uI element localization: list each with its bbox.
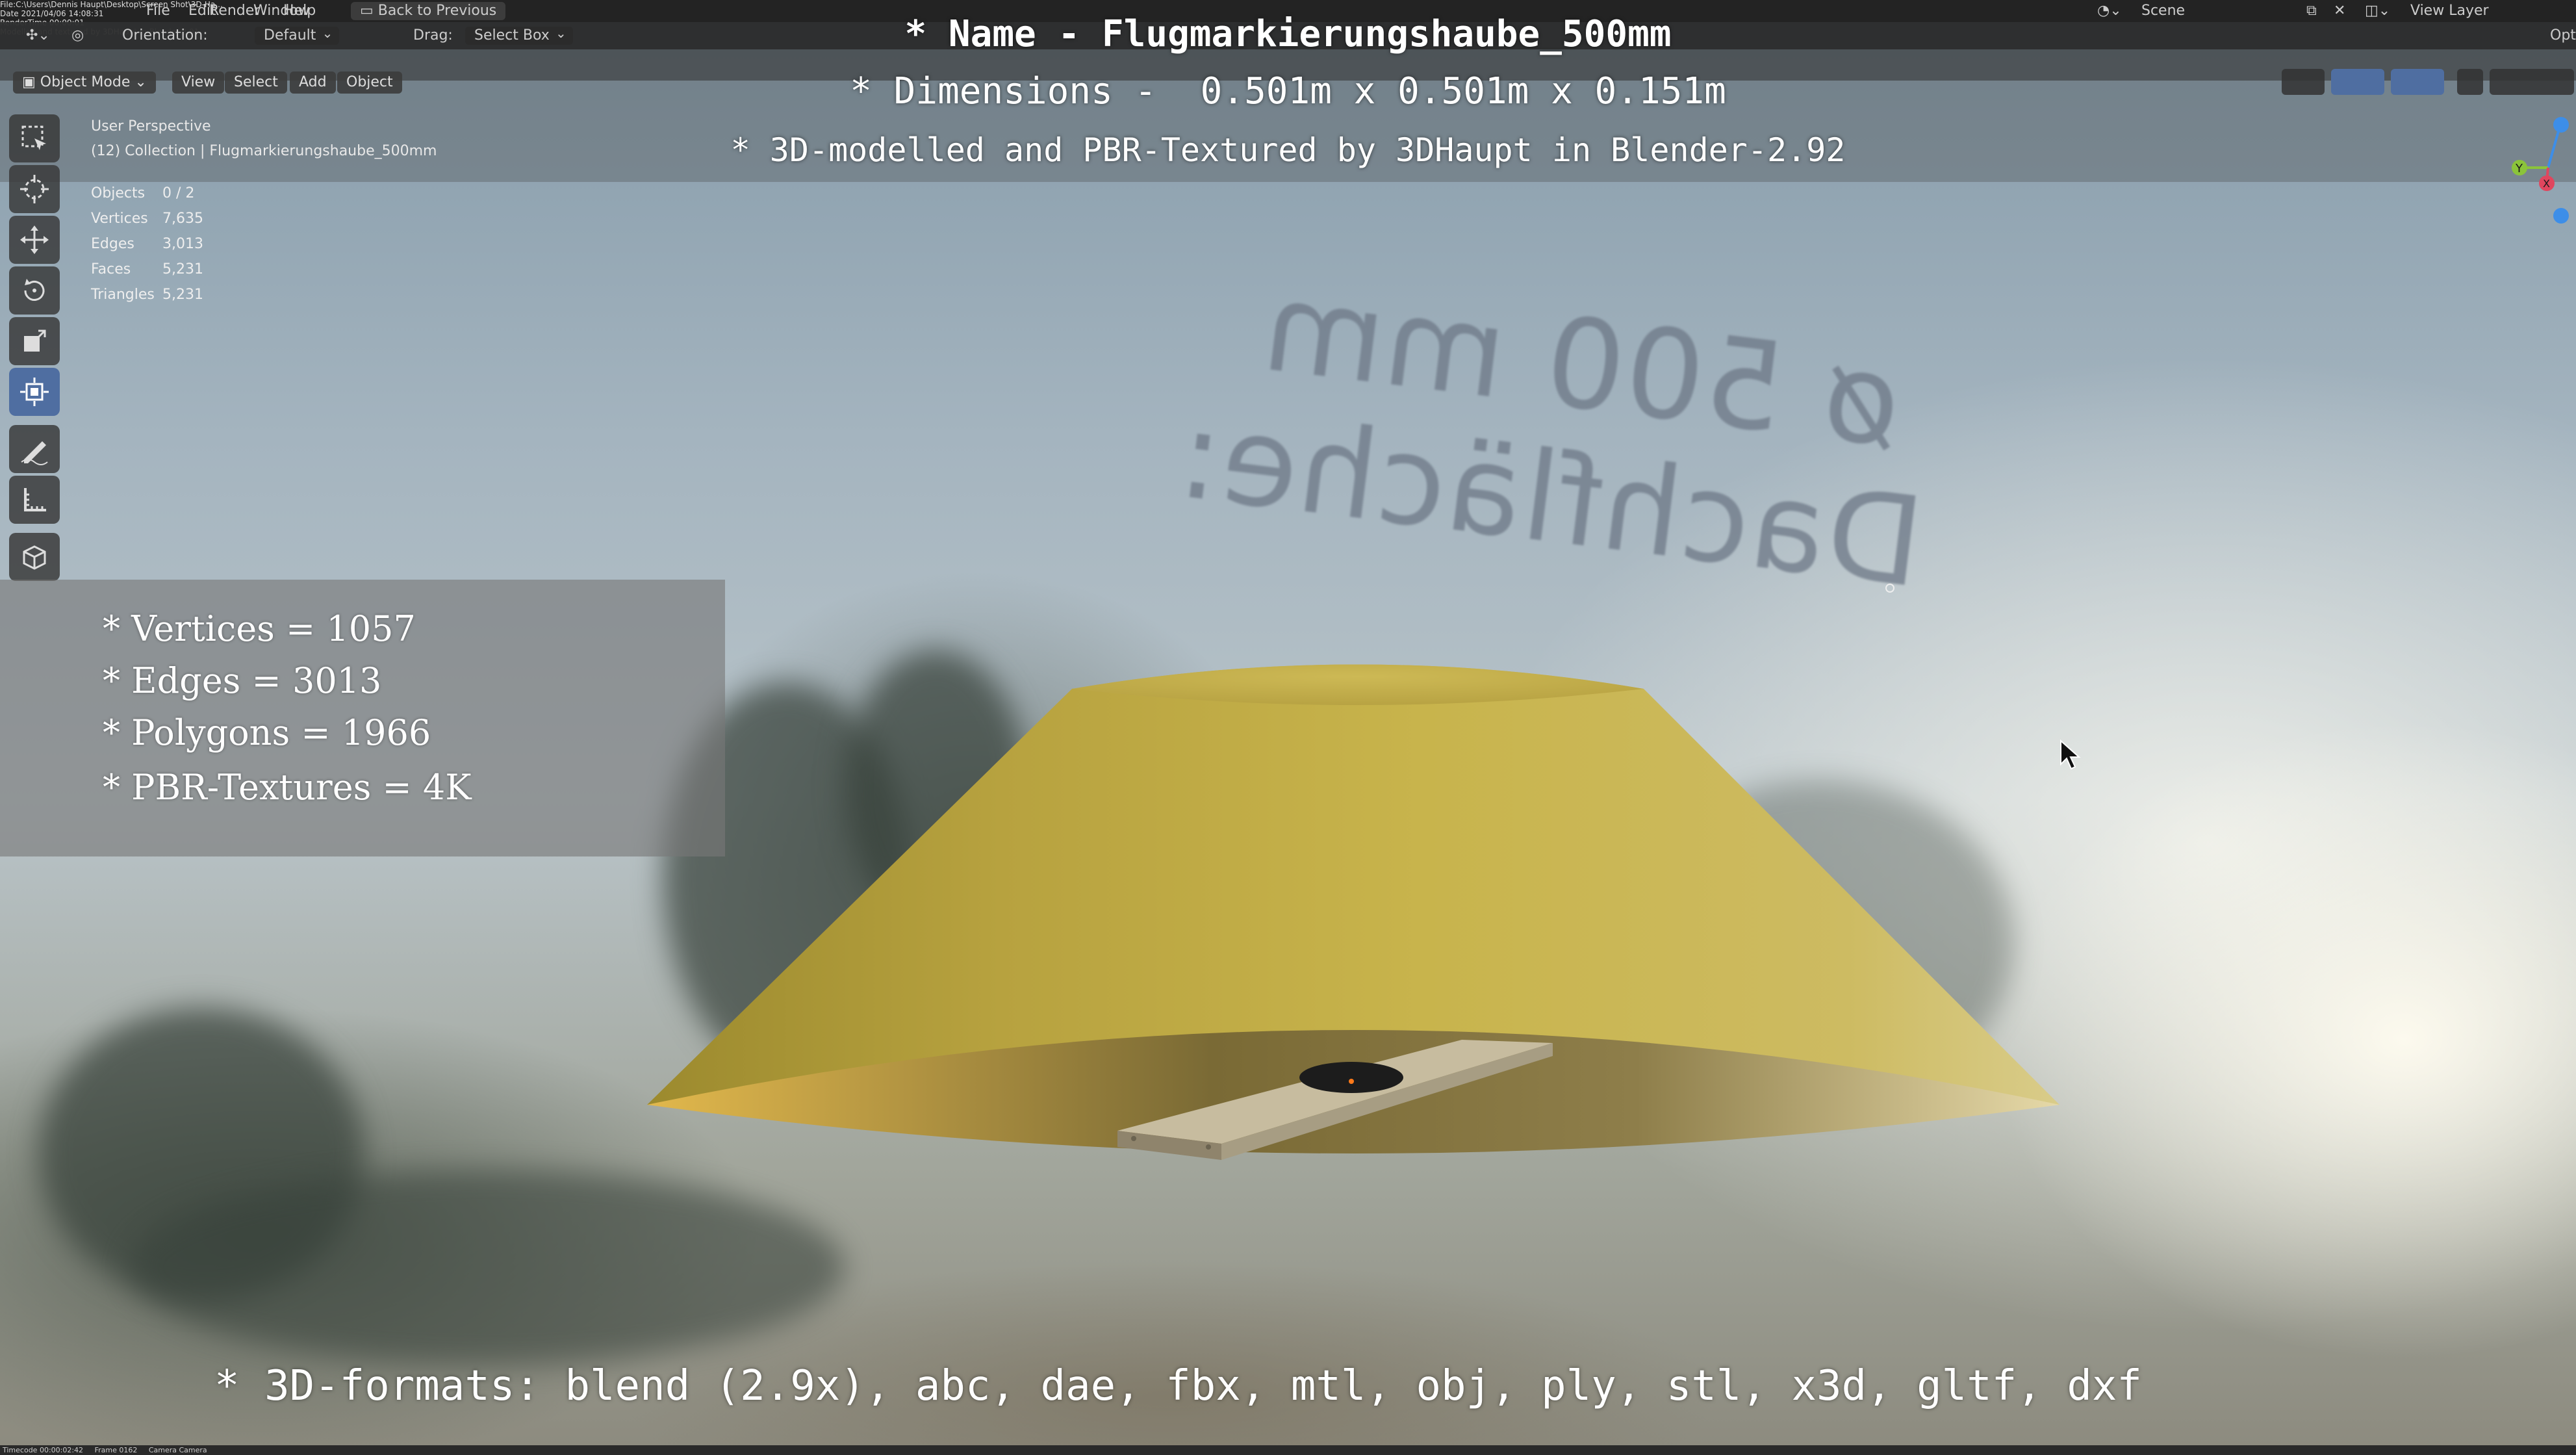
measure-icon bbox=[24, 488, 46, 511]
polygons-stat: * Polygons = 1966 bbox=[103, 712, 431, 753]
measure-tool[interactable] bbox=[9, 476, 60, 524]
formats-line: * 3D-formats: blend (2.9x), abc, dae, fb… bbox=[214, 1362, 2142, 1410]
svg-text:Y: Y bbox=[2515, 162, 2523, 175]
scale-icon bbox=[24, 329, 46, 352]
z-axis-icon[interactable] bbox=[2553, 117, 2569, 133]
transform-icon bbox=[20, 378, 49, 406]
negative-z-axis-icon[interactable] bbox=[2553, 208, 2569, 224]
model-name-title: * Name - Flugmarkierungshaube_500mm bbox=[904, 13, 1672, 55]
stat-label: Triangles bbox=[91, 287, 155, 303]
camera-label: Camera Camera bbox=[148, 1446, 207, 1454]
stat-row-objects: Objects 0 / 2 bbox=[91, 181, 203, 206]
viewport-info: User Perspective (12) Collection | Flugm… bbox=[91, 114, 437, 164]
select-box-icon bbox=[21, 125, 46, 150]
select-box-tool[interactable] bbox=[9, 114, 60, 162]
cursor-tool[interactable] bbox=[9, 165, 60, 213]
svg-text:X: X bbox=[2543, 177, 2550, 190]
annotate-icon bbox=[21, 441, 48, 465]
stat-value: 5,231 bbox=[162, 287, 203, 303]
dimensions-line: * Dimensions - 0.501m x 0.501m x 0.151m bbox=[850, 70, 1726, 112]
add-cube-tool[interactable] bbox=[9, 533, 60, 581]
status-bar: Timecode 00:00:02:42 Frame 0162 Camera C… bbox=[0, 1445, 2576, 1455]
move-icon bbox=[20, 225, 49, 254]
move-tool[interactable] bbox=[9, 216, 60, 264]
stat-label: Edges bbox=[91, 236, 134, 252]
stat-value: 0 / 2 bbox=[162, 185, 195, 201]
origin-marker bbox=[1885, 584, 1894, 593]
scene-statistics: Objects 0 / 2 Vertices 7,635 Edges 3,013 Fa… bbox=[91, 181, 203, 307]
stat-row-faces: Faces 5,231 bbox=[91, 257, 203, 282]
stat-value: 3,013 bbox=[162, 236, 203, 252]
collection-label: (12) Collection | Flugmarkierungshaube_5… bbox=[91, 143, 437, 159]
transform-tool[interactable] bbox=[9, 368, 60, 416]
stat-label: Objects bbox=[91, 185, 146, 201]
perspective-label: User Perspective bbox=[91, 118, 211, 135]
timecode-label: Timecode 00:00:02:42 bbox=[3, 1446, 84, 1454]
cursor-icon bbox=[20, 175, 49, 203]
annotate-tool[interactable] bbox=[9, 425, 60, 473]
add-cube-icon bbox=[23, 545, 46, 570]
stat-value: 5,231 bbox=[162, 261, 203, 277]
rotate-tool[interactable] bbox=[9, 266, 60, 315]
stat-row-triangles: Triangles 5,231 bbox=[91, 282, 203, 307]
vertices-stat: * Vertices = 1057 bbox=[103, 608, 416, 649]
textures-stat: * PBR-Textures = 4K bbox=[103, 767, 472, 808]
scale-tool[interactable] bbox=[9, 317, 60, 365]
frame-label: Frame 0162 bbox=[94, 1446, 138, 1454]
mesh-stats-box: * Vertices = 1057 * Edges = 3013 * Polyg… bbox=[0, 580, 725, 856]
tool-shelf bbox=[9, 114, 60, 584]
stat-row-vertices: Vertices 7,635 bbox=[91, 206, 203, 231]
stat-label: Faces bbox=[91, 261, 131, 277]
flight-marker-hood-model[interactable] bbox=[643, 650, 2072, 1209]
mouse-pointer-icon bbox=[2060, 740, 2081, 770]
stat-row-edges: Edges 3,013 bbox=[91, 231, 203, 257]
edges-stat: * Edges = 3013 bbox=[103, 660, 382, 701]
stat-label: Vertices bbox=[91, 211, 148, 227]
rotate-icon bbox=[24, 279, 45, 301]
navigation-gizmo[interactable]: Y X bbox=[2469, 110, 2576, 227]
stat-value: 7,635 bbox=[162, 211, 203, 227]
